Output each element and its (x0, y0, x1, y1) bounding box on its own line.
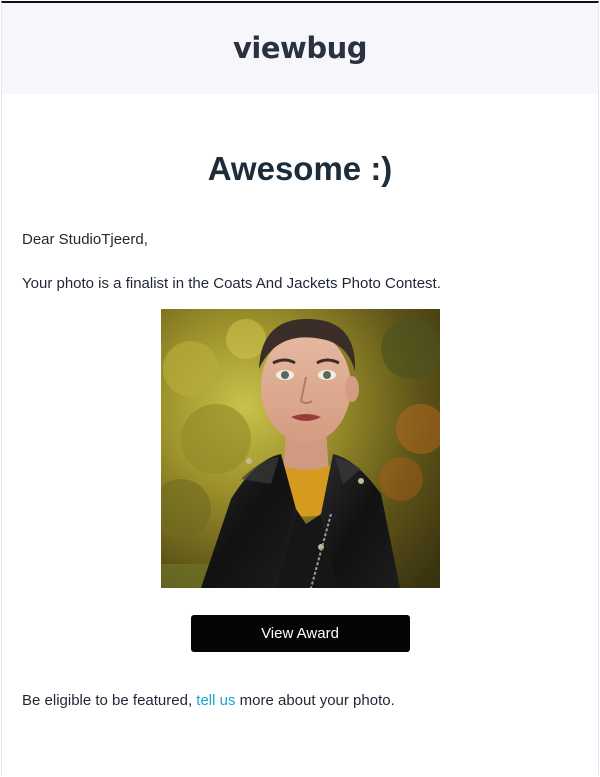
footer-note: Be eligible to be featured, tell us more… (2, 692, 598, 710)
viewbug-logo[interactable]: viewbug (233, 31, 367, 65)
view-award-button[interactable]: View Award (190, 615, 410, 652)
tell-us-link[interactable]: tell us (196, 692, 235, 709)
finalist-message: Your photo is a finalist in the Coats An… (22, 275, 441, 292)
button-row: View Award (2, 615, 598, 652)
portrait-photo-icon (160, 309, 440, 588)
email-message: viewbug Awesome :) Dear StudioTjeerd, Yo… (1, 1, 599, 775)
email-header: viewbug (2, 3, 598, 94)
headline: Awesome :) (207, 150, 393, 187)
footer-text-after: more about your photo. (235, 692, 395, 709)
finalist-photo[interactable] (160, 309, 440, 588)
footer-text-before: Be eligible to be featured, (22, 692, 197, 709)
greeting-text: Dear StudioTjeerd, (22, 231, 148, 248)
